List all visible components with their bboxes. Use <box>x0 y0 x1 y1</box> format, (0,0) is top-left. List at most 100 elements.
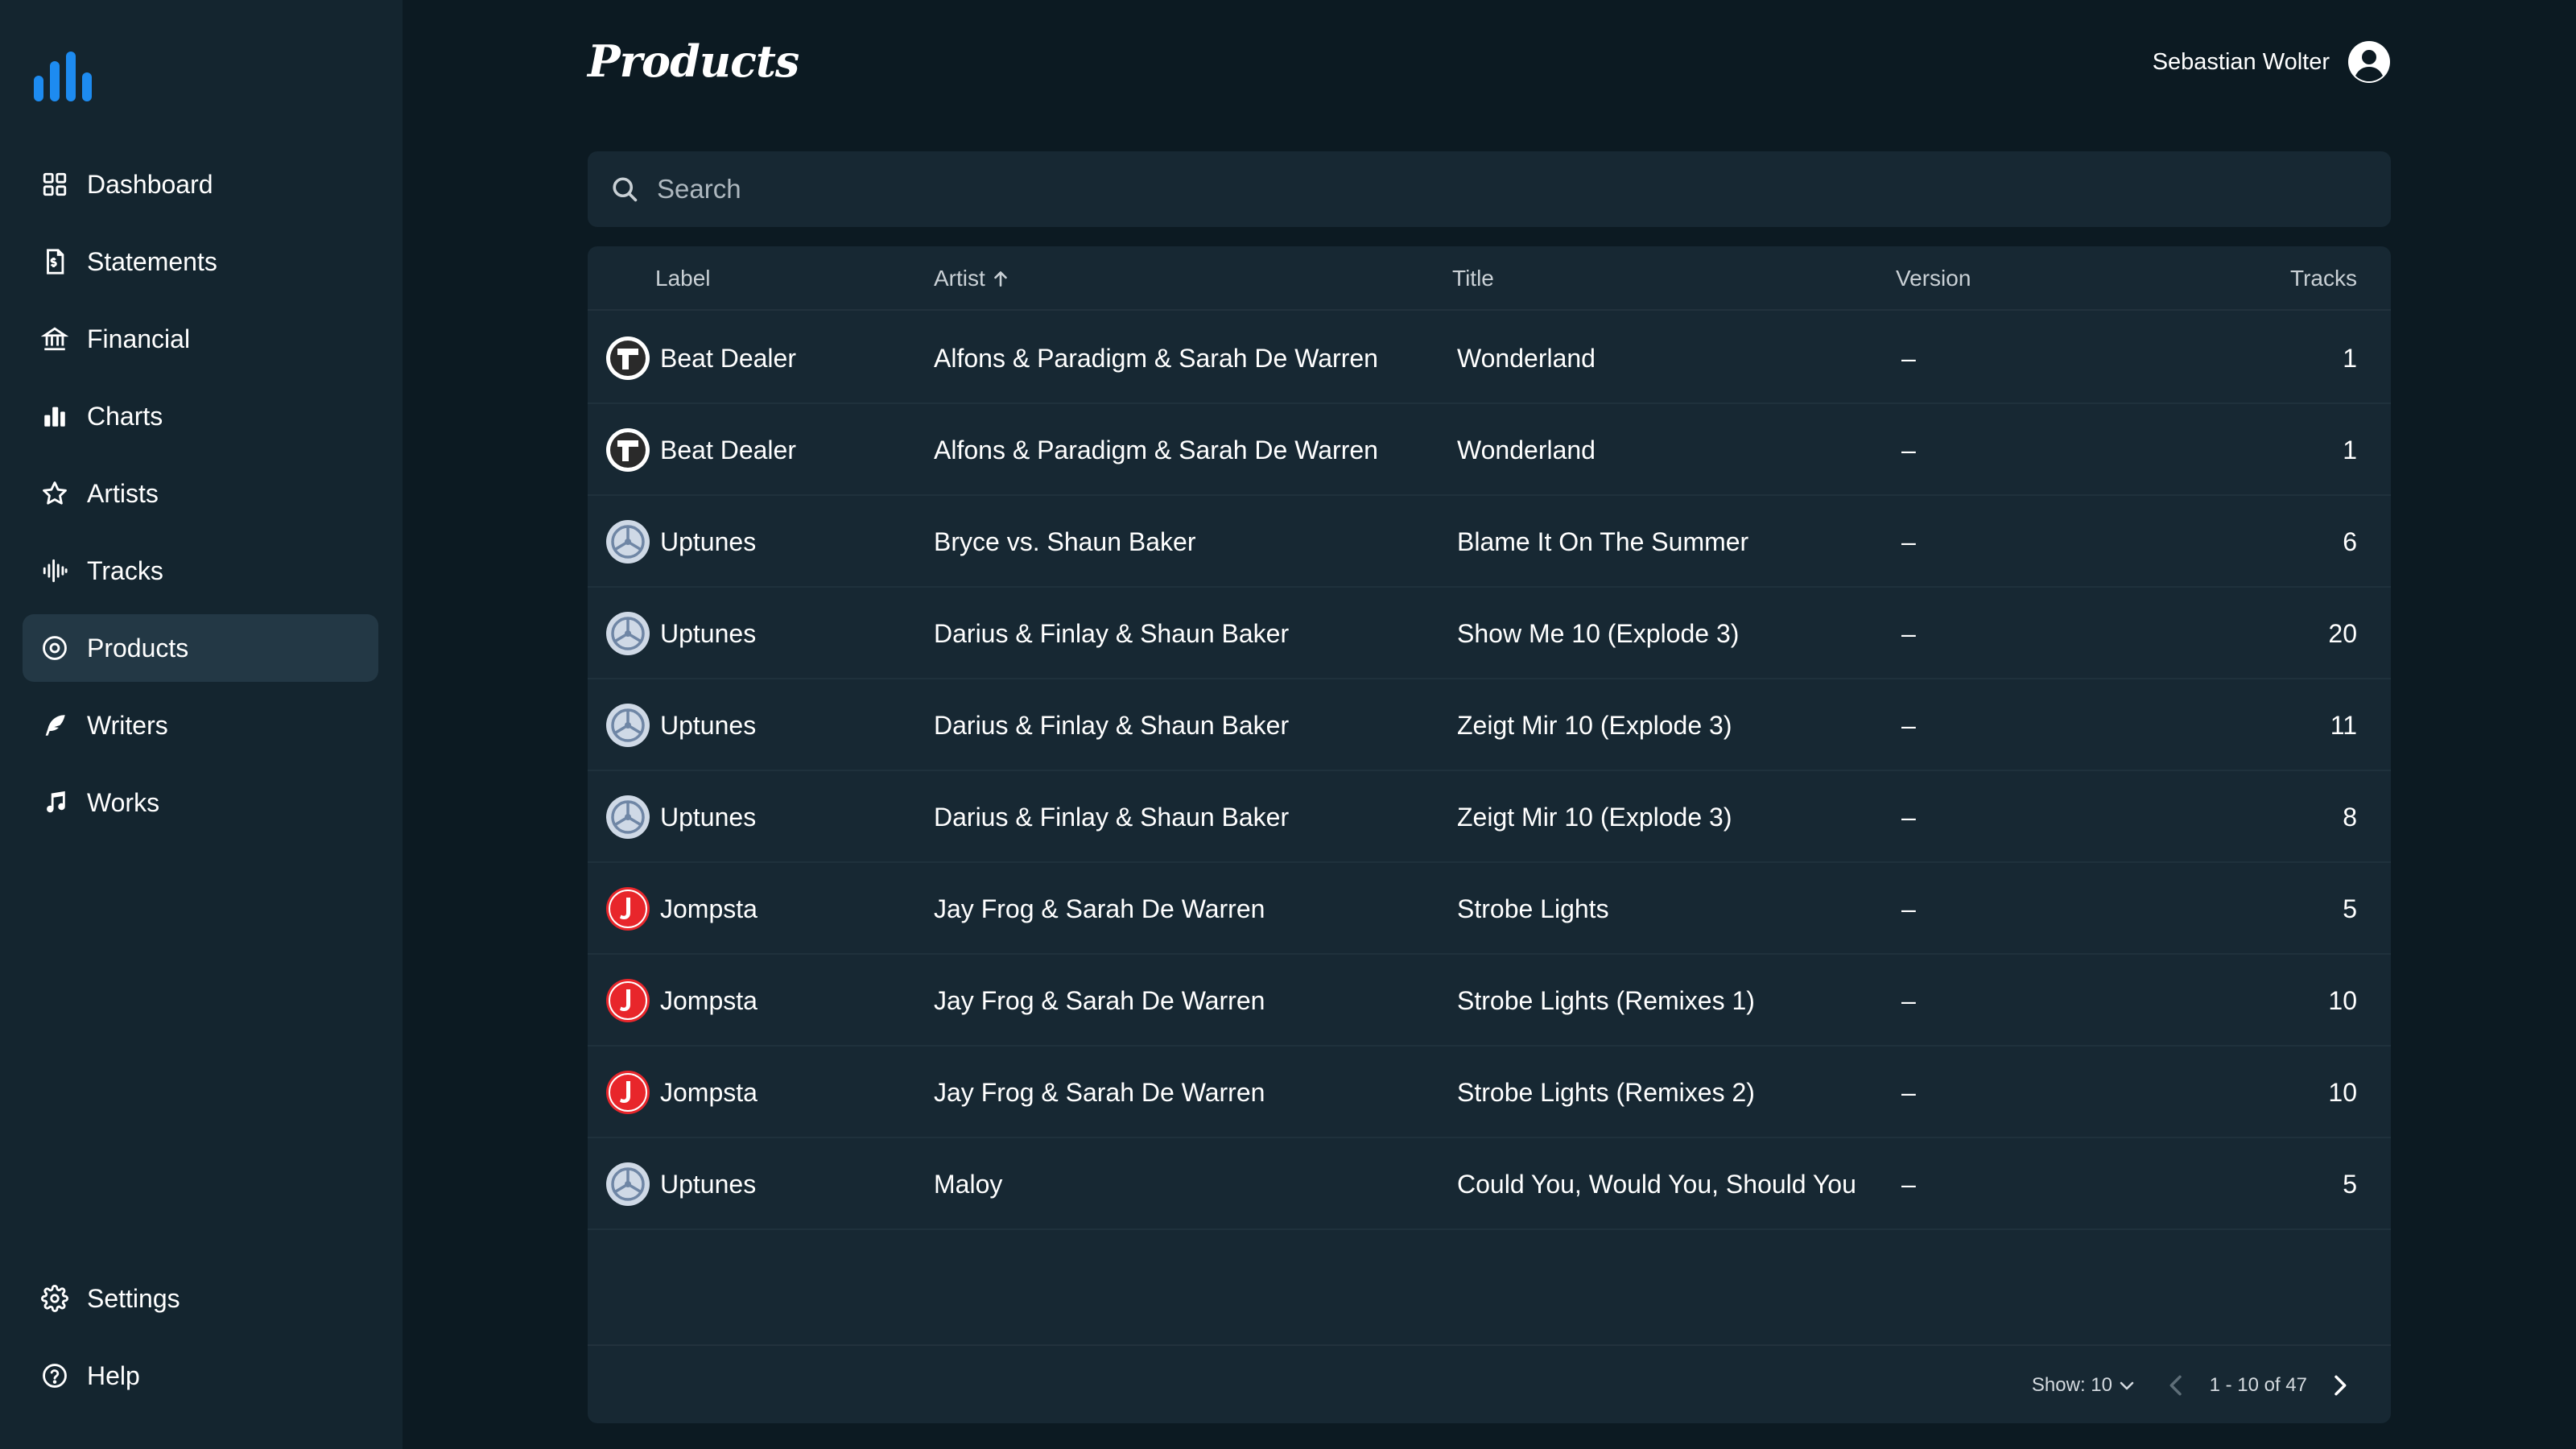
avatar[interactable] <box>2347 40 2391 84</box>
artist-cell: Darius & Finlay & Shaun Baker <box>934 619 1290 648</box>
jompsta-logo-icon <box>605 886 650 931</box>
bar-chart-icon <box>40 402 69 431</box>
artist-cell: Maloy <box>934 1170 1003 1199</box>
sidebar-item-writers[interactable]: Writers <box>23 691 378 759</box>
uptunes-logo-icon <box>605 519 650 564</box>
title-cell: Wonderland <box>1457 436 1596 464</box>
tracks-cell: 1 <box>2343 436 2357 464</box>
sidebar-item-dashboard[interactable]: Dashboard <box>23 151 378 218</box>
title-cell: Strobe Lights (Remixes 1) <box>1457 986 1755 1015</box>
sidebar-item-help[interactable]: Help <box>23 1342 378 1410</box>
sidebar-item-artists[interactable]: Artists <box>23 460 378 527</box>
label-cell: Beat Dealer <box>605 404 796 496</box>
table-row[interactable]: Uptunes Bryce vs. Shaun Baker Blame It On … <box>588 496 2391 588</box>
table-row[interactable]: Jompsta Jay Frog & Sarah De Warren Strobe … <box>588 1046 2391 1138</box>
version-cell: – <box>1901 986 1916 1015</box>
app-logo-icon[interactable] <box>34 52 93 101</box>
sidebar-item-works[interactable]: Works <box>23 769 378 836</box>
column-header-artist-text: Artist <box>934 266 985 291</box>
column-header-title[interactable]: Title <box>1452 246 1494 311</box>
table-row[interactable]: Beat Dealer Alfons & Paradigm & Sarah De … <box>588 312 2391 404</box>
column-header-tracks[interactable]: Tracks <box>2290 246 2357 311</box>
version-cell: – <box>1901 894 1916 923</box>
tracks-cell: 10 <box>2328 986 2357 1015</box>
tracks-cell: 20 <box>2328 619 2357 648</box>
version-cell: – <box>1901 619 1916 648</box>
gear-icon <box>40 1284 69 1313</box>
version-cell: – <box>1901 803 1916 832</box>
sidebar-item-label: Help <box>87 1360 140 1390</box>
version-cell: – <box>1901 1078 1916 1107</box>
label-cell: Jompsta <box>605 955 758 1046</box>
label-name: Beat Dealer <box>660 436 796 464</box>
artist-cell: Alfons & Paradigm & Sarah De Warren <box>934 436 1378 464</box>
sidebar-item-label: Statements <box>87 246 217 276</box>
sidebar-item-products[interactable]: Products <box>23 614 378 682</box>
products-table: Label Artist Title Version Tracks Beat D… <box>588 246 2391 1423</box>
table-row[interactable]: Uptunes Darius & Finlay & Shaun Baker Show… <box>588 588 2391 679</box>
search-icon <box>613 177 638 202</box>
page-title: Products <box>588 35 799 87</box>
sidebar-item-charts[interactable]: Charts <box>23 382 378 450</box>
version-cell: – <box>1901 1170 1916 1199</box>
disc-icon <box>40 634 69 663</box>
table-footer: Show: 10 1 - 10 of 47 <box>588 1344 2391 1423</box>
column-header-artist[interactable]: Artist <box>934 246 1011 311</box>
sidebar-item-label: Tracks <box>87 555 163 585</box>
tracks-cell: 11 <box>2330 711 2357 740</box>
user-menu[interactable]: Sebastian Wolter <box>2153 40 2391 84</box>
page-size-select[interactable]: Show: 10 <box>2032 1346 2136 1423</box>
sidebar-item-label: Charts <box>87 401 163 431</box>
table-row[interactable]: Jompsta Jay Frog & Sarah De Warren Strobe … <box>588 955 2391 1046</box>
sort-ascending-icon <box>993 270 1007 287</box>
beat-dealer-logo-icon <box>605 336 650 381</box>
label-cell: Uptunes <box>605 771 756 863</box>
sidebar-item-tracks[interactable]: Tracks <box>23 537 378 605</box>
label-cell: Beat Dealer <box>605 312 796 404</box>
tracks-cell: 5 <box>2343 1170 2357 1199</box>
uptunes-logo-icon <box>605 795 650 840</box>
jompsta-logo-icon <box>605 1070 650 1115</box>
sidebar: Dashboard Statements Financial Charts Ar <box>0 0 402 1449</box>
sidebar-item-label: Settings <box>87 1283 180 1313</box>
artist-cell: Darius & Finlay & Shaun Baker <box>934 711 1290 740</box>
label-cell: Jompsta <box>605 863 758 955</box>
title-cell: Could You, Would You, Should You <box>1457 1170 1856 1199</box>
artist-cell: Jay Frog & Sarah De Warren <box>934 986 1265 1015</box>
label-cell: Uptunes <box>605 1138 756 1230</box>
label-name: Jompsta <box>660 894 758 923</box>
table-row[interactable]: Uptunes Maloy Could You, Would You, Should… <box>588 1138 2391 1230</box>
sidebar-item-statements[interactable]: Statements <box>23 228 378 295</box>
sidebar-item-settings[interactable]: Settings <box>23 1265 378 1332</box>
version-cell: – <box>1901 711 1916 740</box>
sidebar-item-label: Dashboard <box>87 169 213 199</box>
artist-cell: Jay Frog & Sarah De Warren <box>934 1078 1265 1107</box>
column-header-label[interactable]: Label <box>655 246 711 311</box>
app-root: Dashboard Statements Financial Charts Ar <box>0 0 2576 1449</box>
previous-page-button[interactable] <box>2164 1373 2190 1398</box>
title-cell: Show Me 10 (Explode 3) <box>1457 619 1740 648</box>
label-name: Uptunes <box>660 527 757 556</box>
table-row[interactable]: Uptunes Darius & Finlay & Shaun Baker Zeig… <box>588 771 2391 863</box>
next-page-button[interactable] <box>2326 1373 2352 1398</box>
bank-icon <box>40 324 69 353</box>
star-icon <box>40 479 69 508</box>
tracks-cell: 8 <box>2343 803 2357 832</box>
sidebar-item-financial[interactable]: Financial <box>23 305 378 373</box>
label-cell: Uptunes <box>605 588 756 679</box>
feather-icon <box>40 711 69 740</box>
artist-cell: Bryce vs. Shaun Baker <box>934 527 1196 556</box>
uptunes-logo-icon <box>605 703 650 748</box>
page-size-label: Show: 10 <box>2031 1374 2112 1396</box>
artist-cell: Jay Frog & Sarah De Warren <box>934 894 1265 923</box>
label-name: Uptunes <box>660 803 757 832</box>
column-header-version[interactable]: Version <box>1896 246 1971 311</box>
search-input[interactable] <box>657 174 2267 204</box>
label-cell: Uptunes <box>605 496 756 588</box>
table-row[interactable]: Uptunes Darius & Finlay & Shaun Baker Zeig… <box>588 679 2391 771</box>
table-row[interactable]: Jompsta Jay Frog & Sarah De Warren Strobe … <box>588 863 2391 955</box>
table-header: Label Artist Title Version Tracks <box>588 246 2391 311</box>
uptunes-logo-icon <box>605 611 650 656</box>
search-bar <box>588 151 2391 227</box>
table-row[interactable]: Beat Dealer Alfons & Paradigm & Sarah De … <box>588 404 2391 496</box>
